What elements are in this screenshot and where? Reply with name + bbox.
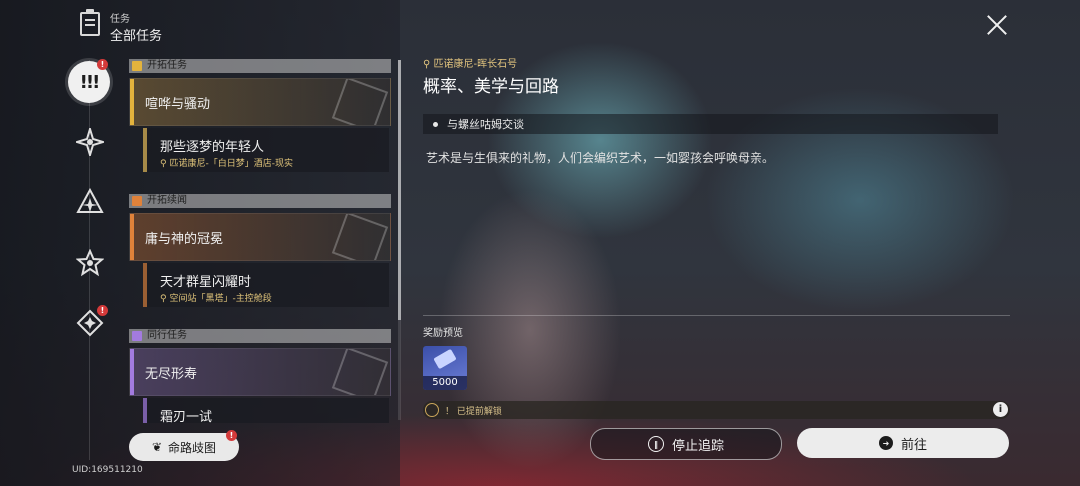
close-icon[interactable] <box>986 14 1008 36</box>
section-header-trailblaze: 开拓任务 <box>129 59 391 73</box>
divider <box>423 315 1010 316</box>
arrow-right-icon: ➜ <box>878 436 893 450</box>
notification-badge: ! <box>226 430 237 441</box>
clipboard-icon <box>80 9 100 36</box>
quest-description: 艺术是与生俱来的礼物，人们会编织艺术，一如婴孩会呼唤母亲。 <box>426 151 775 165</box>
quest-subitem[interactable]: 那些逐梦的年轻人 ⚲ 匹诺康尼-「白日梦」酒店-现实 <box>143 128 389 172</box>
section-header-continuance: 开拓续闻 <box>129 194 391 208</box>
rail-tab-adventure[interactable] <box>75 248 105 278</box>
quest-card[interactable]: 喧哗与骚动 <box>129 78 391 126</box>
quest-subitem[interactable]: 天才群星闪耀时 ⚲ 空间站「黑塔」-主控舱段 <box>143 263 389 307</box>
rail-tab-companion[interactable] <box>75 187 105 217</box>
atlas-button[interactable]: ❦ 命路歧图 <box>129 433 239 461</box>
unlock-ring-icon <box>425 403 439 417</box>
ticket-icon <box>433 348 457 370</box>
quest-emblem-icon <box>331 349 389 395</box>
quest-card[interactable]: 庸与神的冠冕 <box>129 213 391 261</box>
uid-label: UID:169511210 <box>72 465 143 475</box>
trailblaze-section-icon <box>132 61 142 71</box>
unlock-status-bar: ！ 已提前解锁 i <box>423 401 1010 419</box>
section-header-companion: 同行任务 <box>129 329 391 343</box>
quest-title: 概率、美学与回路 <box>423 77 559 97</box>
quest-emblem-icon <box>331 214 389 260</box>
page-title: 全部任务 <box>110 29 163 44</box>
stop-tracking-button[interactable]: ‖ 停止追踪 <box>590 428 782 460</box>
quest-emblem-icon <box>331 79 389 125</box>
bullet-icon <box>433 122 438 127</box>
info-icon[interactable]: i <box>993 402 1008 417</box>
quest-location: ⚲ 匹诺康尼-晖长石号 <box>423 59 518 70</box>
notification-badge: ! <box>97 59 108 70</box>
quest-card[interactable]: 无尽形寿 <box>129 348 391 396</box>
quest-list[interactable]: 开拓任务 喧哗与骚动 那些逐梦的年轻人 ⚲ 匹诺康尼-「白日梦」酒店-现实 开拓… <box>129 58 391 423</box>
header-subtitle: 任务 <box>110 14 130 25</box>
continuance-section-icon <box>132 196 142 206</box>
leaf-icon: ❦ <box>151 440 163 454</box>
pause-icon: ‖ <box>647 436 664 452</box>
star-badge-icon <box>76 249 104 277</box>
reward-label: 奖励预览 <box>423 328 463 339</box>
exclamation-icon: !!! <box>79 71 101 93</box>
companion-section-icon <box>132 331 142 341</box>
triangle-star-icon <box>76 188 104 213</box>
location-pin-icon: ⚲ <box>423 59 434 70</box>
go-button[interactable]: ➜ 前往 <box>797 428 1009 458</box>
reward-item[interactable]: 5000 <box>423 346 467 390</box>
rail-tab-trailblaze[interactable] <box>75 127 105 157</box>
quest-list-scrollbar[interactable] <box>398 60 401 420</box>
notification-badge: ! <box>97 305 108 316</box>
four-point-star-icon <box>76 128 104 156</box>
quest-objective: 与螺丝咕姆交谈 <box>423 114 998 134</box>
quest-subitem[interactable]: 霜刃一试 <box>143 398 389 423</box>
